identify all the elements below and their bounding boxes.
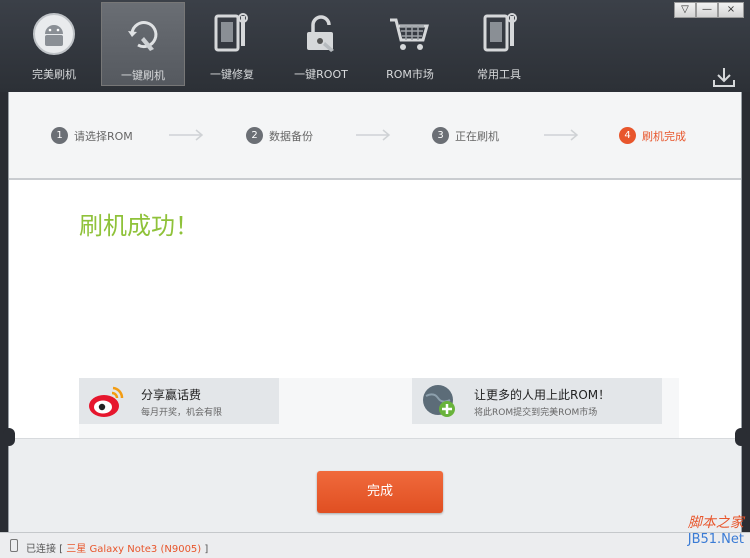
android-icon (33, 13, 75, 55)
phone-icon (10, 539, 18, 552)
nav-rom-market[interactable]: ROM市场 (368, 2, 452, 86)
nav-label: 一键ROOT (294, 68, 348, 81)
submit-rom-card-title: 让更多的人用上此ROM！ (474, 388, 611, 402)
share-card[interactable]: 分享赢话费 每月开奖，机会有限 (79, 378, 279, 424)
submit-rom-card[interactable]: 让更多的人用上此ROM！ 将此ROM提交到完美ROM市场 (412, 378, 662, 424)
connection-suffix: ] (201, 544, 209, 555)
nav-common-tools[interactable]: 常用工具 (457, 2, 541, 86)
nav-one-click-repair[interactable]: 一键修复 (190, 2, 274, 86)
minimize-button[interactable]: — (696, 2, 718, 18)
step-flashing: 3 正在刷机 (432, 127, 499, 144)
nav-label: 一键修复 (210, 68, 254, 81)
step-label: 刷机完成 (642, 129, 686, 143)
step-number: 1 (51, 127, 68, 144)
nav-one-click-flash[interactable]: 一键刷机 (101, 2, 185, 86)
step-arrow-icon (169, 129, 204, 141)
step-flash-complete: 4 刷机完成 (619, 127, 686, 144)
menu-dropdown-button[interactable]: ▽ (674, 2, 696, 18)
step-number: 3 (432, 127, 449, 144)
done-button[interactable]: 完成 (317, 471, 443, 513)
nav-label: ROM市场 (386, 68, 434, 81)
nav-label: 一键刷机 (121, 69, 165, 82)
close-button[interactable]: × (718, 2, 744, 18)
cart-icon (390, 18, 429, 50)
unlock-icon (307, 15, 334, 52)
step-select-rom: 1 请选择ROM (51, 127, 133, 144)
watermark: 脚本之家 JB51.Net (688, 512, 744, 547)
panel-notch-left (3, 428, 15, 446)
progress-steps: 1 请选择ROM 2 数据备份 3 正在刷机 4 刷机完成 (9, 92, 741, 180)
tablet-wrench-icon (214, 13, 248, 52)
weibo-icon (89, 386, 124, 417)
step-number: 4 (619, 127, 636, 144)
result-content: 刷机成功！ 分享赢话费 每月开奖，机会有限 让更多的人用上此ROM！ 将此ROM… (9, 182, 741, 502)
download-icon[interactable] (712, 66, 736, 88)
window-controls: ▽ — × (674, 2, 744, 18)
nav-perfect-flash[interactable]: 完美刷机 (12, 2, 96, 86)
nav-one-click-root[interactable]: 一键ROOT (279, 2, 363, 86)
share-card-title: 分享赢话费 (141, 388, 202, 402)
step-number: 2 (246, 127, 263, 144)
nav-label: 常用工具 (477, 68, 521, 81)
step-label: 数据备份 (269, 129, 313, 143)
share-card-subtitle: 每月开奖，机会有限 (141, 408, 223, 418)
refresh-hand-icon (128, 21, 158, 51)
action-footer: 完成 (9, 438, 741, 532)
watermark-line1: 脚本之家 (687, 515, 744, 531)
connection-status: 已连接 [ 三星 Galaxy Note3 (N9005) ] (26, 540, 208, 555)
step-arrow-icon (356, 129, 391, 141)
main-panel: 1 请选择ROM 2 数据备份 3 正在刷机 4 刷机完成 刷机成功！ 分享赢话… (8, 92, 742, 532)
step-data-backup: 2 数据备份 (246, 127, 313, 144)
device-name: 三星 Galaxy Note3 (N9005) (63, 544, 202, 555)
panel-notch-right (735, 428, 747, 446)
success-title: 刷机成功！ (79, 212, 199, 240)
submit-rom-card-subtitle: 将此ROM提交到完美ROM市场 (474, 408, 598, 418)
step-label: 请选择ROM (74, 129, 133, 143)
connection-prefix: 已连接 [ (26, 544, 64, 555)
globe-add-icon (423, 385, 455, 417)
step-label: 正在刷机 (455, 129, 499, 143)
step-arrow-icon (544, 129, 579, 141)
tools-icon (483, 13, 517, 52)
watermark-line2: JB51.Net (687, 532, 744, 547)
nav-label: 完美刷机 (32, 68, 76, 81)
status-bar: 已连接 [ 三星 Galaxy Note3 (N9005) ] (0, 532, 750, 558)
top-toolbar: 完美刷机 一键刷机 一键修复 一键ROOT ROM市场 常用工具 ▽ — × (0, 0, 750, 92)
